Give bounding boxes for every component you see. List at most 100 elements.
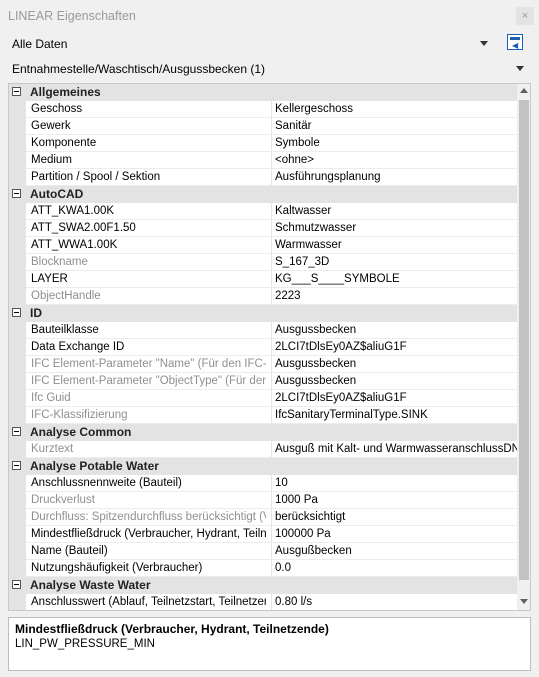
property-value[interactable]: Ausguß mit Kalt- und Warmwasseranschluss… — [275, 443, 517, 455]
category-label: ID — [30, 306, 42, 320]
category-label: Analyse Waste Water — [30, 578, 151, 592]
category-row[interactable]: AutoCAD — [9, 186, 517, 203]
scrollbar-thumb[interactable] — [519, 100, 529, 580]
title-bar: LINEAR Eigenschaften × — [0, 0, 539, 32]
property-row[interactable]: ATT_WWA1.00K Warmwasser — [9, 237, 517, 254]
property-value[interactable]: IfcSanitaryTerminalType.SINK — [275, 409, 517, 421]
property-row[interactable]: Data Exchange ID 2LCI7tDlsEy0AZ$aliuG1F — [9, 339, 517, 356]
property-name: Anschlussnennweite (Bauteil) — [31, 477, 182, 489]
quick-select-icon — [510, 37, 520, 40]
collapse-minus-icon[interactable] — [12, 87, 21, 96]
property-value[interactable]: 1000 Pa — [275, 494, 517, 506]
property-row[interactable]: ATT_SWA2.00F1.50 Schmutzwasser — [9, 220, 517, 237]
property-value[interactable]: KG___S____SYMBOLE — [275, 273, 517, 285]
window-title: LINEAR Eigenschaften — [8, 9, 136, 23]
property-value[interactable]: 2223 — [275, 290, 517, 302]
property-value[interactable]: 10 — [275, 477, 517, 489]
collapse-minus-icon[interactable] — [12, 580, 21, 589]
property-value[interactable]: Ausgussbecken — [275, 324, 517, 336]
property-row[interactable]: Geschoss Kellergeschoss — [9, 101, 517, 118]
property-value[interactable]: Ausgussbecken — [275, 358, 517, 370]
close-icon: × — [521, 10, 529, 22]
property-name: Medium — [31, 154, 72, 166]
property-name: Kurztext — [31, 443, 74, 455]
property-name: Data Exchange ID — [31, 341, 125, 353]
property-grid: Allgemeines Geschoss Kellergeschoss Gewerk S… — [8, 83, 531, 611]
category-row[interactable]: ID — [9, 305, 517, 322]
collapse-minus-icon[interactable] — [12, 427, 21, 436]
filter-dropdown[interactable]: Alle Daten — [0, 32, 539, 56]
property-value[interactable]: <ohne> — [275, 154, 517, 166]
property-value[interactable]: Symbole — [275, 137, 517, 149]
property-name: ATT_WWA1.00K — [31, 239, 118, 251]
property-name: ObjectHandle — [31, 290, 101, 302]
property-value[interactable]: Warmwasser — [275, 239, 517, 251]
property-row[interactable]: Bauteilklasse Ausgussbecken — [9, 322, 517, 339]
property-name: Durchfluss: Spitzendurchfluss berücksich… — [31, 511, 266, 523]
property-value[interactable]: Ausgußbecken — [275, 545, 517, 557]
property-row[interactable]: IFC Element-Parameter "ObjectType" (Für … — [9, 373, 517, 390]
vertical-scrollbar[interactable] — [517, 84, 530, 610]
category-label: AutoCAD — [30, 187, 84, 201]
filter-dropdown-value: Alle Daten — [12, 37, 68, 51]
property-row[interactable]: Gewerk Sanitär — [9, 118, 517, 135]
property-row[interactable]: Nutzungshäufigkeit (Verbraucher) 0.0 — [9, 560, 517, 577]
property-row[interactable]: IFC Element-Parameter "Name" (Für den IF… — [9, 356, 517, 373]
property-row[interactable]: Medium <ohne> — [9, 152, 517, 169]
property-value[interactable]: 2LCI7tDlsEy0AZ$aliuG1F — [275, 392, 517, 404]
category-row[interactable]: Analyse Potable Water — [9, 458, 517, 475]
property-value[interactable]: 2LCI7tDlsEy0AZ$aliuG1F — [275, 341, 517, 353]
close-button[interactable]: × — [516, 7, 534, 25]
object-dropdown[interactable]: Entnahmestelle/Waschtisch/Ausgussbecken … — [0, 57, 539, 81]
property-row[interactable]: Komponente Symbole — [9, 135, 517, 152]
property-row[interactable]: Mindestfließdruck (Verbraucher, Hydrant,… — [9, 526, 517, 543]
property-name: Anschlusswert (Ablauf, Teilnetzstart, Te… — [31, 596, 266, 608]
property-row[interactable]: ATT_KWA1.00K Kaltwasser — [9, 203, 517, 220]
property-row[interactable]: IFC-Klassifizierung IfcSanitaryTerminalTy… — [9, 407, 517, 424]
property-value[interactable]: Kellergeschoss — [275, 103, 517, 115]
property-row[interactable]: Anschlussnennweite (Bauteil) 10 — [9, 475, 517, 492]
description-text: LIN_PW_PRESSURE_MIN — [15, 638, 155, 650]
property-row[interactable]: Kurztext Ausguß mit Kalt- und Warmwassera… — [9, 441, 517, 458]
category-row[interactable]: Allgemeines — [9, 84, 517, 101]
property-row[interactable]: Name (Bauteil) Ausgußbecken — [9, 543, 517, 560]
property-row[interactable]: Blockname S_167_3D — [9, 254, 517, 271]
property-row[interactable]: Anschlusswert (Ablauf, Teilnetzstart, Te… — [9, 594, 517, 610]
property-row[interactable]: Durchfluss: Spitzendurchfluss berücksich… — [9, 509, 517, 526]
property-value[interactable]: Sanitär — [275, 120, 517, 132]
property-value[interactable]: Kaltwasser — [275, 205, 517, 217]
property-name: Nutzungshäufigkeit (Verbraucher) — [31, 562, 203, 574]
property-name: Ifc Guid — [31, 392, 71, 404]
property-value[interactable]: Ausgussbecken — [275, 375, 517, 387]
property-value[interactable]: 0.80 l/s — [275, 596, 517, 608]
property-name: IFC Element-Parameter "Name" (Für den IF… — [31, 358, 266, 370]
category-label: Analyse Common — [30, 425, 132, 439]
object-dropdown-value: Entnahmestelle/Waschtisch/Ausgussbecken … — [12, 62, 266, 76]
property-row[interactable]: ObjectHandle 2223 — [9, 288, 517, 305]
category-row[interactable]: Analyse Waste Water — [9, 577, 517, 594]
chevron-down-icon[interactable] — [520, 599, 528, 604]
property-value[interactable]: S_167_3D — [275, 256, 517, 268]
quick-select-button[interactable]: ◀ — [507, 34, 523, 50]
chevron-down-icon[interactable] — [480, 41, 488, 46]
chevron-down-icon[interactable] — [516, 66, 524, 71]
collapse-minus-icon[interactable] — [12, 308, 21, 317]
property-name: IFC-Klassifizierung — [31, 409, 128, 421]
property-row[interactable]: Partition / Spool / Sektion Ausführungspl… — [9, 169, 517, 186]
collapse-minus-icon[interactable] — [12, 461, 21, 470]
description-panel: Mindestfließdruck (Verbraucher, Hydrant,… — [8, 617, 531, 671]
collapse-minus-icon[interactable] — [12, 189, 21, 198]
property-value[interactable]: Schmutzwasser — [275, 222, 517, 234]
chevron-up-icon[interactable] — [520, 88, 528, 93]
property-value[interactable]: berücksichtigt — [275, 511, 517, 523]
property-name: ATT_KWA1.00K — [31, 205, 115, 217]
property-name: Name (Bauteil) — [31, 545, 108, 557]
property-name: LAYER — [31, 273, 68, 285]
category-row[interactable]: Analyse Common — [9, 424, 517, 441]
property-row[interactable]: Druckverlust 1000 Pa — [9, 492, 517, 509]
property-row[interactable]: LAYER KG___S____SYMBOLE — [9, 271, 517, 288]
property-value[interactable]: Ausführungsplanung — [275, 171, 517, 183]
property-value[interactable]: 100000 Pa — [275, 528, 517, 540]
property-value[interactable]: 0.0 — [275, 562, 517, 574]
property-row[interactable]: Ifc Guid 2LCI7tDlsEy0AZ$aliuG1F — [9, 390, 517, 407]
